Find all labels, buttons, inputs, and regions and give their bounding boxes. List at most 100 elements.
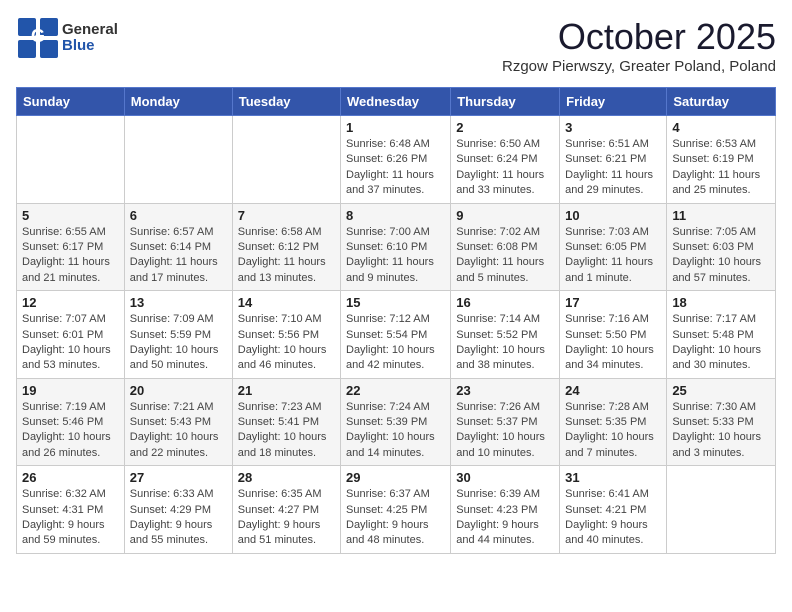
calendar-week-row: 12Sunrise: 7:07 AM Sunset: 6:01 PM Dayli… bbox=[17, 291, 776, 379]
calendar-cell: 20 Sunrise: 7:21 AM Sunset: 5:43 PM Dayli… bbox=[124, 378, 232, 466]
calendar-cell bbox=[17, 116, 125, 204]
weekday-header-sunday: Sunday bbox=[17, 88, 125, 116]
calendar-cell: 9 Sunrise: 7:02 AM Sunset: 6:08 PM Daylig… bbox=[451, 203, 560, 291]
day-number: 19 bbox=[22, 383, 119, 398]
day-number: 28 bbox=[238, 470, 335, 485]
day-number: 14 bbox=[238, 295, 335, 310]
day-number: 22 bbox=[346, 383, 445, 398]
day-info: Sunrise: 6:55 AM Sunset: 6:17 PM Dayligh… bbox=[22, 225, 119, 287]
day-info: Sunrise: 6:32 AM Sunset: 4:31 PM Dayligh… bbox=[22, 487, 119, 549]
day-info: Sunrise: 7:24 AM Sunset: 5:39 PM Dayligh… bbox=[346, 400, 445, 462]
day-info: Sunrise: 7:02 AM Sunset: 6:08 PM Dayligh… bbox=[456, 225, 554, 287]
day-number: 12 bbox=[22, 295, 119, 310]
calendar-cell: 19 Sunrise: 7:19 AM Sunset: 5:46 PM Dayli… bbox=[17, 378, 125, 466]
day-number: 25 bbox=[672, 383, 770, 398]
calendar-week-row: 5 Sunrise: 6:55 AM Sunset: 6:17 PM Daylig… bbox=[17, 203, 776, 291]
weekday-header-saturday: Saturday bbox=[667, 88, 776, 116]
day-number: 26 bbox=[22, 470, 119, 485]
weekday-header-monday: Monday bbox=[124, 88, 232, 116]
calendar-cell: 7 Sunrise: 6:58 AM Sunset: 6:12 PM Daylig… bbox=[232, 203, 340, 291]
day-info: Sunrise: 6:51 AM Sunset: 6:21 PM Dayligh… bbox=[565, 137, 661, 199]
calendar-cell: 11 Sunrise: 7:05 AM Sunset: 6:03 PM Dayli… bbox=[667, 203, 776, 291]
calendar-cell: 14 Sunrise: 7:10 AM Sunset: 5:56 PM Dayli… bbox=[232, 291, 340, 379]
day-number: 6 bbox=[130, 208, 227, 223]
calendar-cell: 26 Sunrise: 6:32 AM Sunset: 4:31 PM Dayli… bbox=[17, 466, 125, 554]
calendar-cell: 8Sunrise: 7:00 AM Sunset: 6:10 PM Daylig… bbox=[341, 203, 451, 291]
calendar-cell: 25 Sunrise: 7:30 AM Sunset: 5:33 PM Dayli… bbox=[667, 378, 776, 466]
calendar-header-row: SundayMondayTuesdayWednesdayThursdayFrid… bbox=[17, 88, 776, 116]
weekday-header-tuesday: Tuesday bbox=[232, 88, 340, 116]
calendar-cell: 1Sunrise: 6:48 AM Sunset: 6:26 PM Daylig… bbox=[341, 116, 451, 204]
day-number: 1 bbox=[346, 120, 445, 135]
calendar-cell: 28Sunrise: 6:35 AM Sunset: 4:27 PM Dayli… bbox=[232, 466, 340, 554]
calendar-cell: 17 Sunrise: 7:16 AM Sunset: 5:50 PM Dayli… bbox=[560, 291, 667, 379]
calendar-cell bbox=[667, 466, 776, 554]
day-info: Sunrise: 7:16 AM Sunset: 5:50 PM Dayligh… bbox=[565, 312, 661, 374]
day-number: 4 bbox=[672, 120, 770, 135]
day-info: Sunrise: 7:03 AM Sunset: 6:05 PM Dayligh… bbox=[565, 225, 661, 287]
weekday-header-friday: Friday bbox=[560, 88, 667, 116]
day-info: Sunrise: 7:28 AM Sunset: 5:35 PM Dayligh… bbox=[565, 400, 661, 462]
day-info: Sunrise: 7:00 AM Sunset: 6:10 PM Dayligh… bbox=[346, 225, 445, 287]
day-info: Sunrise: 6:37 AM Sunset: 4:25 PM Dayligh… bbox=[346, 487, 445, 549]
calendar-cell: 23Sunrise: 7:26 AM Sunset: 5:37 PM Dayli… bbox=[451, 378, 560, 466]
day-info: Sunrise: 7:05 AM Sunset: 6:03 PM Dayligh… bbox=[672, 225, 770, 287]
day-number: 5 bbox=[22, 208, 119, 223]
day-number: 13 bbox=[130, 295, 227, 310]
day-number: 18 bbox=[672, 295, 770, 310]
calendar-cell: 5 Sunrise: 6:55 AM Sunset: 6:17 PM Daylig… bbox=[17, 203, 125, 291]
calendar-week-row: 26 Sunrise: 6:32 AM Sunset: 4:31 PM Dayli… bbox=[17, 466, 776, 554]
calendar-cell: 3 Sunrise: 6:51 AM Sunset: 6:21 PM Daylig… bbox=[560, 116, 667, 204]
day-number: 16 bbox=[456, 295, 554, 310]
day-info: Sunrise: 7:19 AM Sunset: 5:46 PM Dayligh… bbox=[22, 400, 119, 462]
day-number: 9 bbox=[456, 208, 554, 223]
day-info: Sunrise: 6:41 AM Sunset: 4:21 PM Dayligh… bbox=[565, 487, 661, 549]
calendar-cell: 21Sunrise: 7:23 AM Sunset: 5:41 PM Dayli… bbox=[232, 378, 340, 466]
day-number: 7 bbox=[238, 208, 335, 223]
calendar-cell: 12Sunrise: 7:07 AM Sunset: 6:01 PM Dayli… bbox=[17, 291, 125, 379]
location-title: Rzgow Pierwszy, Greater Poland, Poland bbox=[502, 58, 776, 75]
calendar-cell: 24 Sunrise: 7:28 AM Sunset: 5:35 PM Dayli… bbox=[560, 378, 667, 466]
day-number: 3 bbox=[565, 120, 661, 135]
day-info: Sunrise: 6:39 AM Sunset: 4:23 PM Dayligh… bbox=[456, 487, 554, 549]
day-info: Sunrise: 7:17 AM Sunset: 5:48 PM Dayligh… bbox=[672, 312, 770, 374]
day-info: Sunrise: 6:58 AM Sunset: 6:12 PM Dayligh… bbox=[238, 225, 335, 287]
day-number: 2 bbox=[456, 120, 554, 135]
day-number: 24 bbox=[565, 383, 661, 398]
day-info: Sunrise: 7:10 AM Sunset: 5:56 PM Dayligh… bbox=[238, 312, 335, 374]
page-header: G General Blue October 2025 Rzgow Pierws… bbox=[16, 16, 776, 75]
calendar-cell: 22 Sunrise: 7:24 AM Sunset: 5:39 PM Dayli… bbox=[341, 378, 451, 466]
calendar-cell: 18 Sunrise: 7:17 AM Sunset: 5:48 PM Dayli… bbox=[667, 291, 776, 379]
calendar-table: SundayMondayTuesdayWednesdayThursdayFrid… bbox=[16, 87, 776, 554]
calendar-cell bbox=[232, 116, 340, 204]
calendar-cell: 6 Sunrise: 6:57 AM Sunset: 6:14 PM Daylig… bbox=[124, 203, 232, 291]
calendar-week-row: 1Sunrise: 6:48 AM Sunset: 6:26 PM Daylig… bbox=[17, 116, 776, 204]
day-info: Sunrise: 7:30 AM Sunset: 5:33 PM Dayligh… bbox=[672, 400, 770, 462]
day-info: Sunrise: 6:50 AM Sunset: 6:24 PM Dayligh… bbox=[456, 137, 554, 199]
day-number: 10 bbox=[565, 208, 661, 223]
calendar-cell: 2 Sunrise: 6:50 AM Sunset: 6:24 PM Daylig… bbox=[451, 116, 560, 204]
month-title: October 2025 bbox=[502, 16, 776, 58]
calendar-cell: 10 Sunrise: 7:03 AM Sunset: 6:05 PM Dayli… bbox=[560, 203, 667, 291]
day-number: 15 bbox=[346, 295, 445, 310]
day-info: Sunrise: 6:57 AM Sunset: 6:14 PM Dayligh… bbox=[130, 225, 227, 287]
title-section: October 2025 Rzgow Pierwszy, Greater Pol… bbox=[502, 16, 776, 75]
day-number: 20 bbox=[130, 383, 227, 398]
calendar-cell: 30 Sunrise: 6:39 AM Sunset: 4:23 PM Dayli… bbox=[451, 466, 560, 554]
calendar-cell: 15 Sunrise: 7:12 AM Sunset: 5:54 PM Dayli… bbox=[341, 291, 451, 379]
day-number: 27 bbox=[130, 470, 227, 485]
calendar-cell: 27Sunrise: 6:33 AM Sunset: 4:29 PM Dayli… bbox=[124, 466, 232, 554]
logo-blue-text: Blue bbox=[62, 38, 118, 55]
day-info: Sunrise: 7:12 AM Sunset: 5:54 PM Dayligh… bbox=[346, 312, 445, 374]
day-info: Sunrise: 7:23 AM Sunset: 5:41 PM Dayligh… bbox=[238, 400, 335, 462]
day-number: 17 bbox=[565, 295, 661, 310]
day-info: Sunrise: 6:53 AM Sunset: 6:19 PM Dayligh… bbox=[672, 137, 770, 199]
day-info: Sunrise: 7:21 AM Sunset: 5:43 PM Dayligh… bbox=[130, 400, 227, 462]
svg-text:G: G bbox=[31, 26, 45, 46]
day-number: 11 bbox=[672, 208, 770, 223]
day-number: 31 bbox=[565, 470, 661, 485]
logo-general-text: General bbox=[62, 22, 118, 39]
day-number: 29 bbox=[346, 470, 445, 485]
calendar-week-row: 19 Sunrise: 7:19 AM Sunset: 5:46 PM Dayli… bbox=[17, 378, 776, 466]
day-number: 30 bbox=[456, 470, 554, 485]
